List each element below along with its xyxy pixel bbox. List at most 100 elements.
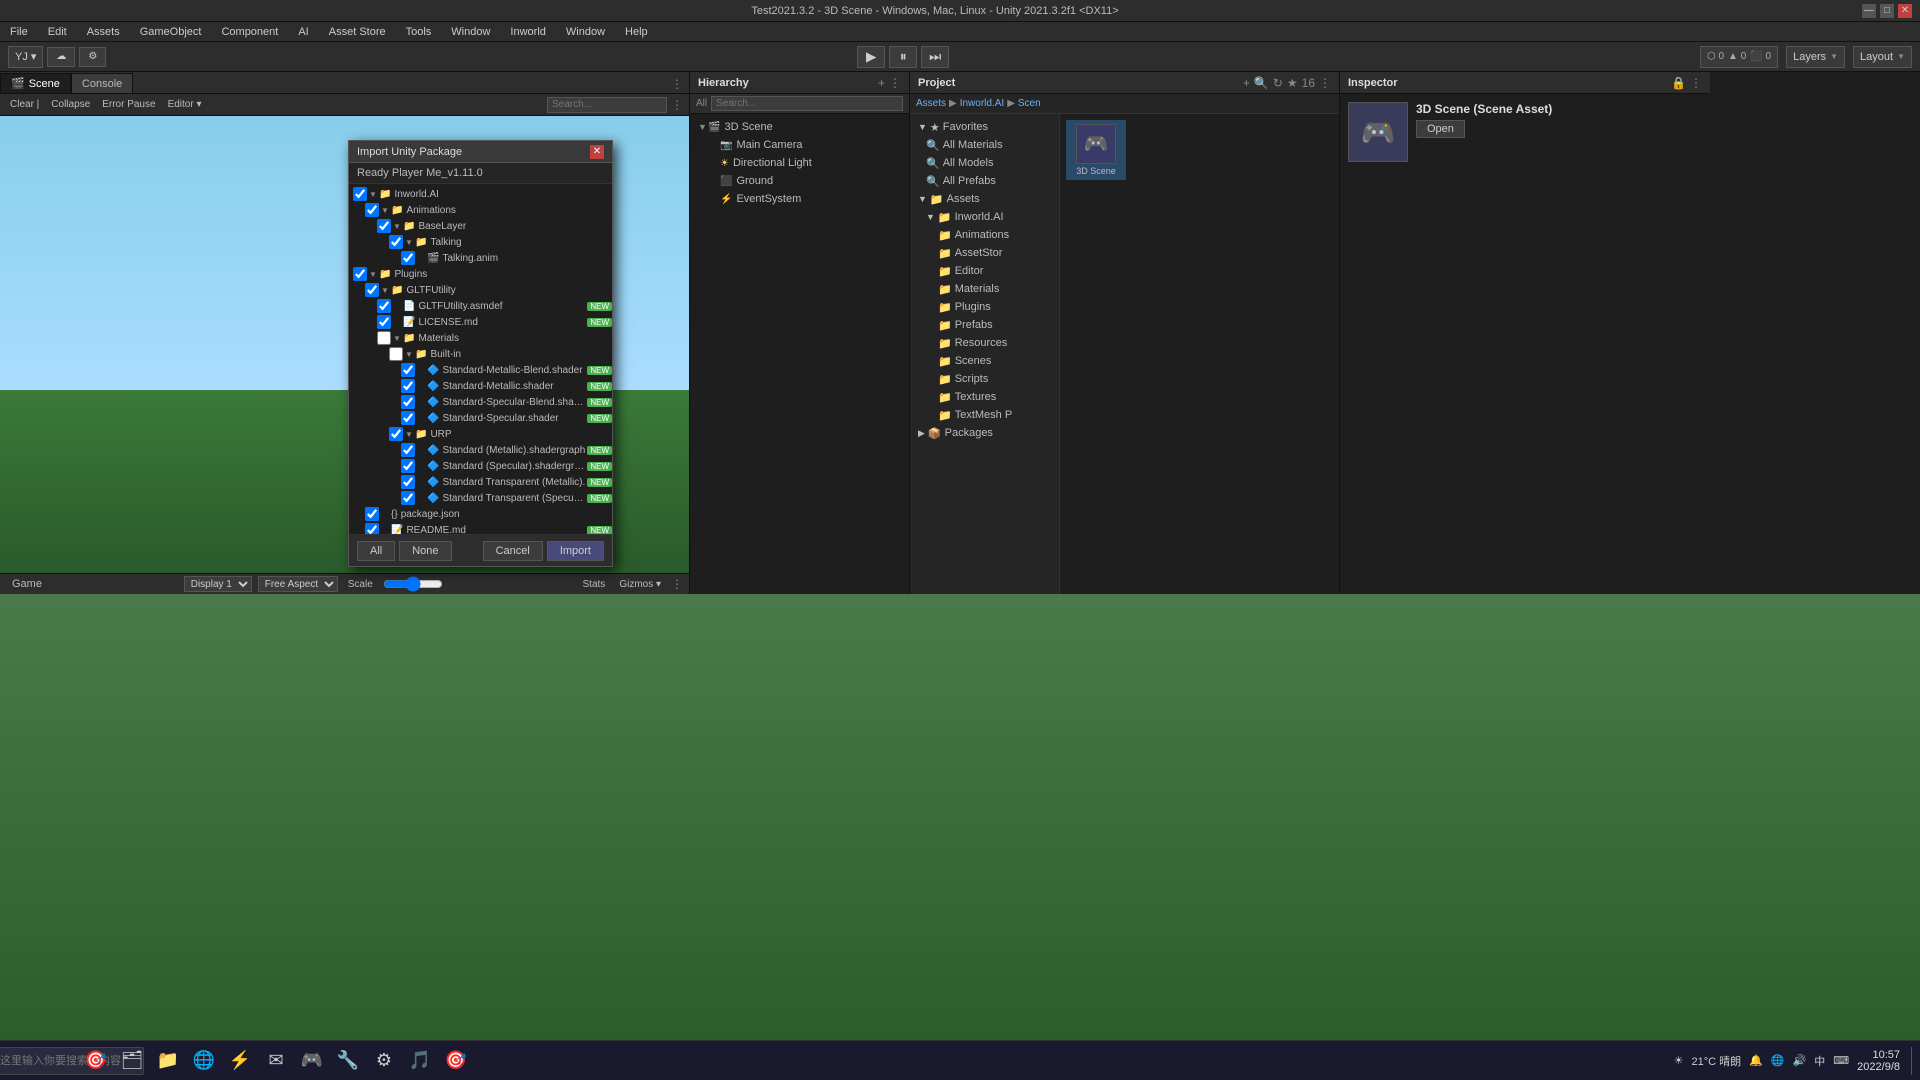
dialog-tree-item[interactable]: ▼📁Inworld.AI [349, 186, 612, 202]
ime-icon[interactable]: 中 [1814, 1053, 1825, 1069]
project-options[interactable]: ⋮ [1319, 76, 1331, 90]
dialog-tree-item[interactable]: ▼📁Built-in [349, 346, 612, 362]
menu-window[interactable]: Window [447, 25, 494, 39]
dialog-tree-item[interactable]: 🔷Standard-Metallic-Blend.shaderNEW [349, 362, 612, 378]
dialog-tree-item[interactable]: 🔷Standard-Metallic.shaderNEW [349, 378, 612, 394]
mail-icon[interactable]: ✉ [260, 1045, 292, 1077]
dialog-tree-item[interactable]: 🔷Standard-Specular.shaderNEW [349, 410, 612, 426]
tab-game[interactable]: Game [6, 577, 48, 591]
breadcrumb-assets[interactable]: Assets [916, 98, 946, 109]
packages-folder[interactable]: ▶ 📦 Packages [914, 424, 1055, 442]
dialog-item-checkbox[interactable] [401, 395, 415, 409]
inspector-lock[interactable]: 🔒 [1671, 76, 1686, 90]
menu-file[interactable]: File [6, 25, 32, 39]
dialog-tree[interactable]: ▼📁Inworld.AI▼📁Animations▼📁BaseLayer▼📁Tal… [349, 184, 612, 534]
dialog-tree-item[interactable]: 🎬Talking.anim [349, 250, 612, 266]
dialog-item-checkbox[interactable] [401, 251, 415, 265]
account-group[interactable]: YJ ▾ [8, 46, 43, 68]
game-options[interactable]: ⋮ [671, 577, 683, 591]
dialog-tree-item[interactable]: ▼📁GLTFUtility [349, 282, 612, 298]
project-search-icon[interactable]: 🔍 [1254, 76, 1269, 90]
tree-expand-icon[interactable]: ▼ [393, 334, 403, 343]
all-prefabs-item[interactable]: 🔍 All Prefabs [914, 172, 1055, 190]
dialog-item-checkbox[interactable] [365, 523, 379, 534]
dialog-tree-item[interactable]: 📝LICENSE.mdNEW [349, 314, 612, 330]
gizmos-dropdown[interactable]: Gizmos ▾ [615, 578, 665, 591]
textmesh-folder[interactable]: 📁 TextMesh P [914, 406, 1055, 424]
app1-icon[interactable]: 🎮 [296, 1045, 328, 1077]
task-view-icon[interactable]: 🗂 [116, 1045, 148, 1077]
asset-3dscene[interactable]: 🎮 3D Scene [1066, 120, 1126, 180]
notification-icon[interactable]: 🔔 [1749, 1054, 1763, 1067]
textures-folder[interactable]: 📁 Textures [914, 388, 1055, 406]
dialog-item-checkbox[interactable] [365, 283, 379, 297]
aspect-select[interactable]: Free Aspect [258, 576, 338, 592]
app2-icon[interactable]: 🔧 [332, 1045, 364, 1077]
scripts-folder[interactable]: 📁 Scripts [914, 370, 1055, 388]
tab-scene[interactable]: 🎬 Scene [0, 73, 71, 93]
cloud-button[interactable]: ☁ [47, 47, 75, 67]
dialog-item-checkbox[interactable] [389, 235, 403, 249]
dialog-tree-item[interactable]: 📝README.mdNEW [349, 522, 612, 534]
dialog-tree-item[interactable]: ▼📁Materials [349, 330, 612, 346]
hierarchy-options[interactable]: ⋮ [889, 76, 901, 90]
assetstore-folder[interactable]: 📁 AssetStor [914, 244, 1055, 262]
menu-tools[interactable]: Tools [402, 25, 436, 39]
minimize-button[interactable]: — [1862, 4, 1876, 18]
hierarchy-add[interactable]: + [878, 76, 885, 90]
all-models-item[interactable]: 🔍 All Models [914, 154, 1055, 172]
open-button[interactable]: Open [1416, 120, 1465, 138]
tree-expand-icon[interactable]: ▼ [405, 350, 415, 359]
tree-expand-icon[interactable]: ▼ [369, 270, 379, 279]
explorer-icon[interactable]: 📁 [152, 1045, 184, 1077]
inworld-folder[interactable]: ▼ 📁 Inworld.AI [914, 208, 1055, 226]
menu-window2[interactable]: Window [562, 25, 609, 39]
resources-folder[interactable]: 📁 Resources [914, 334, 1055, 352]
dialog-item-checkbox[interactable] [401, 379, 415, 393]
dialog-item-checkbox[interactable] [401, 459, 415, 473]
step-button[interactable]: ⏭ [921, 46, 949, 68]
dialog-item-checkbox[interactable] [353, 267, 367, 281]
dialog-tree-item[interactable]: 🔷Standard-Specular-Blend.shaderNEW [349, 394, 612, 410]
project-add[interactable]: + [1243, 76, 1250, 90]
dialog-item-checkbox[interactable] [353, 187, 367, 201]
project-refresh[interactable]: ↻ [1273, 76, 1283, 90]
app3-icon[interactable]: ⚙ [368, 1045, 400, 1077]
error-pause-button[interactable]: Error Pause [98, 98, 159, 111]
maximize-button[interactable]: □ [1880, 4, 1894, 18]
console-options[interactable]: ⋮ [671, 98, 683, 112]
dialog-item-checkbox[interactable] [377, 299, 391, 313]
scale-slider[interactable] [383, 578, 443, 590]
layers-dropdown[interactable]: Layers ▼ [1786, 46, 1845, 68]
dialog-item-checkbox[interactable] [389, 427, 403, 441]
display-select[interactable]: Display 1 [184, 576, 252, 592]
assets-root-folder[interactable]: ▼ 📁 Assets [914, 190, 1055, 208]
close-button[interactable]: ✕ [1898, 4, 1912, 18]
dialog-tree-item[interactable]: ▼📁URP [349, 426, 612, 442]
dialog-tree-item[interactable]: 🔷Standard Transparent (Metallic).NEW [349, 474, 612, 490]
dialog-all-button[interactable]: All [357, 541, 395, 561]
materials-folder[interactable]: 📁 Materials [914, 280, 1055, 298]
show-desktop[interactable] [1908, 1047, 1912, 1075]
dialog-cancel-button[interactable]: Cancel [483, 541, 543, 561]
dialog-item-checkbox[interactable] [401, 491, 415, 505]
menu-edit[interactable]: Edit [44, 25, 71, 39]
dialog-tree-item[interactable]: ▼📁Talking [349, 234, 612, 250]
scenes-folder[interactable]: 📁 Scenes [914, 352, 1055, 370]
dialog-tree-item[interactable]: 🔷Standard Transparent (Specular).NEW [349, 490, 612, 506]
unity-taskbar-icon[interactable]: 🎯 [440, 1045, 472, 1077]
hierarchy-item-eventsystem[interactable]: ⚡ EventSystem [690, 190, 909, 208]
layout-dropdown[interactable]: Layout ▼ [1853, 46, 1912, 68]
clear-button[interactable]: Clear | [6, 98, 43, 111]
menu-assetstore[interactable]: Asset Store [325, 25, 390, 39]
vscode-icon[interactable]: ⚡ [224, 1045, 256, 1077]
menu-help[interactable]: Help [621, 25, 652, 39]
play-button[interactable]: ▶ [857, 46, 885, 68]
hierarchy-item-directionallight[interactable]: ☀ Directional Light [690, 154, 909, 172]
project-save[interactable]: ★ [1287, 76, 1298, 90]
menu-component[interactable]: Component [217, 25, 282, 39]
console-search-input[interactable] [547, 97, 667, 113]
dialog-tree-item[interactable]: {}package.json [349, 506, 612, 522]
menu-assets[interactable]: Assets [83, 25, 124, 39]
all-materials-item[interactable]: 🔍 All Materials [914, 136, 1055, 154]
